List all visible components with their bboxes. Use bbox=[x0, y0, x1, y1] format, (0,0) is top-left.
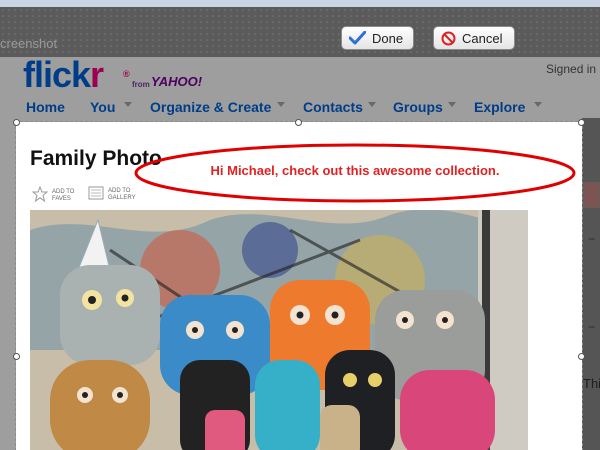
capture-toolbar: creenshot Done Cancel bbox=[0, 7, 600, 57]
selection-handle-left[interactable] bbox=[13, 353, 20, 360]
gallery-icon bbox=[88, 186, 104, 203]
collapse-icon-2[interactable]: − bbox=[588, 320, 595, 334]
done-button[interactable]: Done bbox=[341, 26, 414, 50]
window-top-strip bbox=[0, 0, 600, 7]
done-label: Done bbox=[372, 30, 404, 46]
gallery-line-2: GALLERY bbox=[108, 194, 136, 201]
nav-contacts[interactable]: Contacts bbox=[303, 99, 363, 115]
selection-handle-right[interactable] bbox=[578, 353, 585, 360]
nav-explore[interactable]: Explore bbox=[474, 99, 525, 115]
nav-groups[interactable]: Groups bbox=[393, 99, 443, 115]
you-caret-icon[interactable] bbox=[124, 102, 132, 107]
nav-organize-create[interactable]: Organize & Create bbox=[150, 99, 271, 115]
checkmark-icon bbox=[349, 31, 366, 45]
groups-caret-icon[interactable] bbox=[448, 102, 456, 107]
nav-home[interactable]: Home bbox=[26, 99, 65, 115]
selection-handle-tl[interactable] bbox=[13, 119, 20, 126]
selection-handle-top[interactable] bbox=[295, 119, 302, 126]
from-label: from bbox=[132, 80, 150, 89]
selection-handle-tr[interactable] bbox=[578, 119, 585, 126]
annotation-callout[interactable]: Hi Michael, check out this awesome colle… bbox=[133, 142, 577, 204]
right-column-edge bbox=[582, 118, 600, 450]
yahoo-logo: YAHOO! bbox=[151, 74, 203, 89]
add-to-faves-button[interactable]: ADD TO FAVES bbox=[31, 185, 82, 205]
cancel-button[interactable]: Cancel bbox=[433, 26, 515, 50]
right-column-text: Thi bbox=[583, 376, 600, 391]
nav-you[interactable]: You bbox=[90, 99, 115, 115]
family-photo[interactable] bbox=[30, 210, 528, 450]
contacts-caret-icon[interactable] bbox=[368, 102, 376, 107]
main-nav: Home You Organize & Create Contacts Grou… bbox=[0, 96, 600, 118]
faves-line-1: ADD TO bbox=[52, 188, 75, 195]
organize-caret-icon[interactable] bbox=[277, 102, 285, 107]
no-entry-icon bbox=[441, 31, 456, 46]
annotation-text: Hi Michael, check out this awesome colle… bbox=[210, 163, 500, 178]
add-to-gallery-button[interactable]: ADD TO GALLERY bbox=[88, 186, 138, 203]
avatar[interactable] bbox=[583, 182, 600, 208]
signed-in-text: Signed in bbox=[546, 62, 597, 76]
explore-caret-icon[interactable] bbox=[534, 102, 542, 107]
collapse-icon[interactable]: − bbox=[588, 232, 595, 246]
flickr-logo[interactable]: flickr ® bbox=[23, 57, 130, 93]
star-icon bbox=[31, 185, 49, 205]
cancel-label: Cancel bbox=[462, 30, 503, 46]
window-title: creenshot bbox=[0, 36, 58, 51]
faves-line-2: FAVES bbox=[52, 195, 71, 202]
gallery-line-1: ADD TO bbox=[108, 187, 131, 194]
